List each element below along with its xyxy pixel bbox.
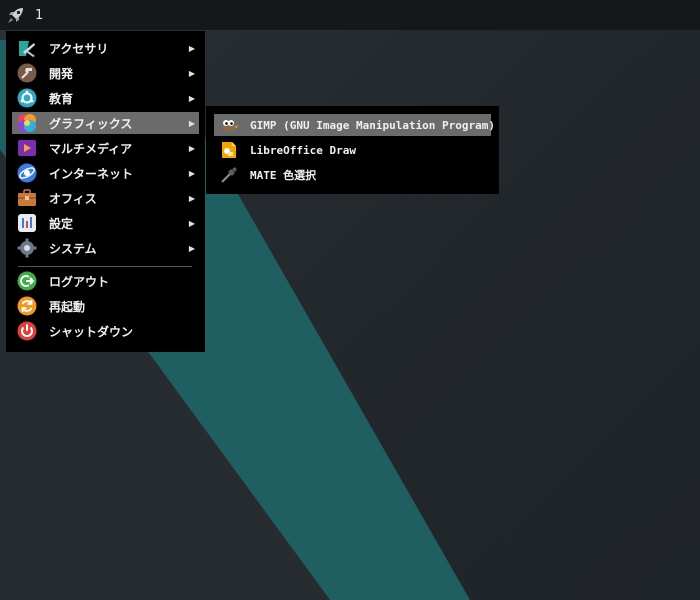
menu-item-office[interactable]: オフィス ▶	[12, 187, 199, 209]
submenu-arrow-icon: ▶	[188, 243, 196, 253]
menu-item-label: 設定	[49, 216, 74, 231]
color-picker-icon	[220, 166, 238, 184]
system-icon	[17, 238, 37, 258]
submenu-arrow-icon: ▶	[188, 218, 196, 228]
submenu-arrow-icon: ▶	[188, 143, 196, 153]
top-panel: 1	[0, 0, 700, 30]
internet-icon	[17, 163, 37, 183]
menu-item-multimedia[interactable]: マルチメディア ▶	[12, 137, 199, 159]
submenu-item-label: LibreOffice Draw	[250, 143, 356, 157]
menu-item-internet[interactable]: インターネット ▶	[12, 162, 199, 184]
menu-item-accessories[interactable]: アクセサリ ▶	[12, 37, 199, 59]
libreoffice-draw-icon	[220, 141, 238, 159]
menu-separator	[18, 266, 192, 267]
menu-item-label: 再起動	[49, 299, 86, 314]
menu-item-label: マルチメディア	[49, 141, 133, 156]
rocket-icon[interactable]	[5, 4, 27, 26]
menu-item-development[interactable]: 開発 ▶	[12, 62, 199, 84]
submenu-arrow-icon: ▶	[188, 93, 196, 103]
menu-item-label: 開発	[49, 66, 74, 81]
restart-icon	[17, 296, 37, 316]
menu-item-restart[interactable]: 再起動	[12, 295, 199, 317]
graphics-submenu: GIMP (GNU Image Manipulation Program) Li…	[206, 106, 499, 194]
menu-item-education[interactable]: 教育 ▶	[12, 87, 199, 109]
submenu-item-libreoffice-draw[interactable]: LibreOffice Draw	[214, 139, 491, 161]
menu-item-settings[interactable]: 設定 ▶	[12, 212, 199, 234]
gimp-icon	[220, 116, 238, 134]
menu-item-label: システム	[49, 241, 97, 256]
office-icon	[17, 188, 37, 208]
menu-item-label: ログアウト	[49, 274, 110, 289]
education-icon	[17, 88, 37, 108]
graphics-icon	[17, 113, 37, 133]
menu-item-graphics[interactable]: グラフィックス ▶	[12, 112, 199, 134]
menu-item-logout[interactable]: ログアウト	[12, 270, 199, 292]
menu-item-label: アクセサリ	[49, 41, 109, 56]
applications-menu: アクセサリ ▶ 開発 ▶ 教育 ▶ グラフィックス ▶ マルチメディア ▶ イン…	[6, 31, 205, 352]
submenu-arrow-icon: ▶	[188, 168, 196, 178]
submenu-item-label: MATE 色選択	[250, 169, 317, 182]
submenu-arrow-icon: ▶	[188, 43, 196, 53]
submenu-item-gimp[interactable]: GIMP (GNU Image Manipulation Program)	[214, 114, 495, 136]
submenu-arrow-icon: ▶	[188, 68, 196, 78]
submenu-arrow-icon: ▶	[188, 118, 196, 128]
menu-item-label: オフィス	[49, 191, 97, 206]
submenu-arrow-icon: ▶	[188, 193, 196, 203]
submenu-item-mate-color-picker[interactable]: MATE 色選択	[214, 164, 491, 186]
multimedia-icon	[17, 138, 37, 158]
accessories-icon	[17, 38, 37, 58]
shutdown-icon	[17, 321, 37, 341]
menu-item-system[interactable]: システム ▶	[12, 237, 199, 259]
menu-item-label: シャットダウン	[49, 324, 134, 339]
settings-icon	[17, 213, 37, 233]
logout-icon	[17, 271, 37, 291]
menu-item-label: 教育	[49, 91, 74, 106]
menu-item-shutdown[interactable]: シャットダウン	[12, 320, 199, 342]
workspace-indicator[interactable]: 1	[35, 8, 43, 23]
development-icon	[17, 63, 37, 83]
menu-item-label: グラフィックス	[49, 116, 133, 131]
menu-item-label: インターネット	[49, 166, 134, 181]
submenu-item-label: GIMP (GNU Image Manipulation Program)	[250, 118, 496, 132]
